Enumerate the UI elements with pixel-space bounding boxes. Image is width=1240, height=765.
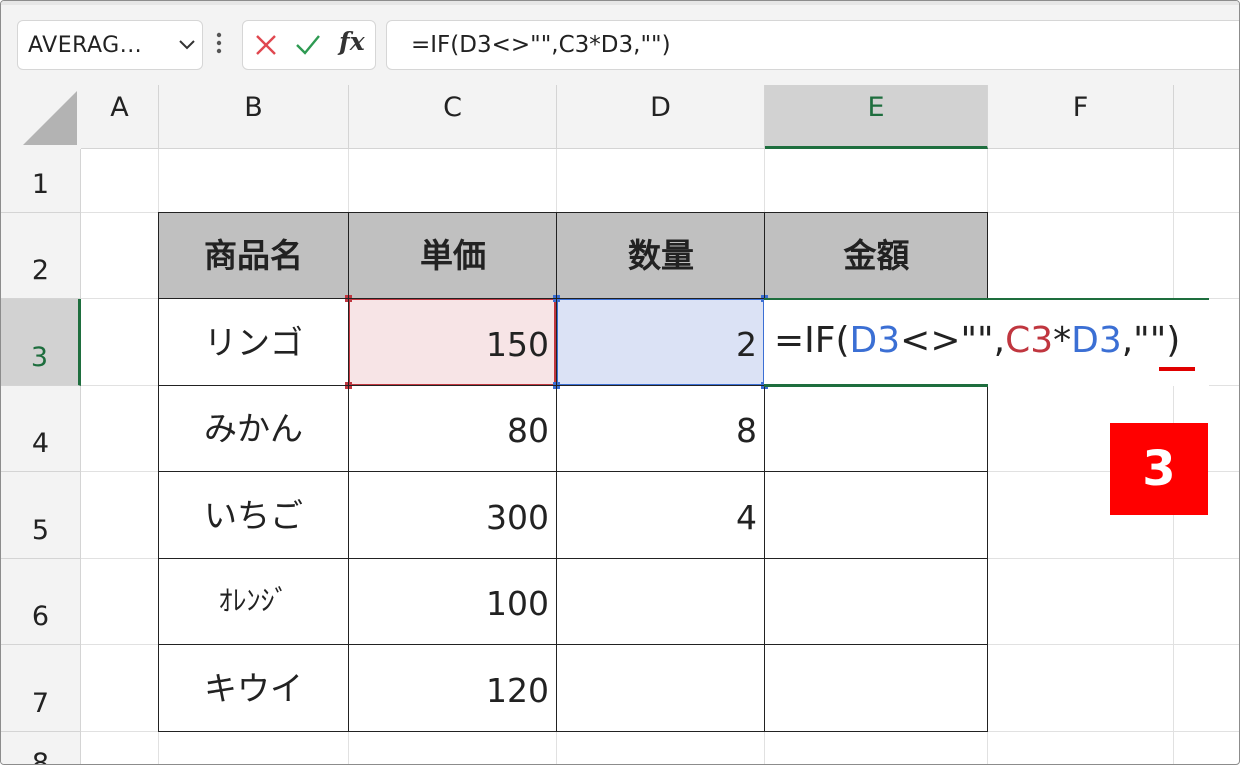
name-box-value: AVERAG... [28, 33, 143, 58]
row-header-1[interactable]: 1 [1, 149, 81, 213]
more-options-icon[interactable] [215, 31, 223, 59]
select-all-icon[interactable] [23, 91, 77, 145]
row-header-6[interactable]: 6 [1, 559, 81, 645]
column-header-e[interactable]: E [765, 85, 988, 149]
row-header-7[interactable]: 7 [1, 645, 81, 732]
x-icon[interactable] [255, 34, 277, 56]
column-header-d[interactable]: D [557, 85, 765, 149]
ref-d3-token: D3 [1071, 320, 1122, 361]
row-header-3[interactable]: 3 [1, 299, 81, 386]
ref-d3-token: D3 [849, 320, 901, 361]
column-header-c[interactable]: C [349, 85, 557, 149]
column-header-b[interactable]: B [159, 85, 349, 149]
spreadsheet-window: AVERAG... fx =IF(D3<>"",C3*D3,"") A B C … [0, 0, 1240, 765]
table-outline [158, 212, 988, 732]
table-divider [158, 558, 988, 559]
row-header-2[interactable]: 2 [1, 213, 81, 299]
table-divider [348, 212, 349, 732]
step-badge: 3 [1110, 423, 1208, 515]
cell-e3-editor[interactable]: =IF(D3<>"",C3*D3,"") [764, 298, 1209, 386]
ref-c3-token: C3 [1005, 320, 1054, 361]
active-cell-border [764, 384, 988, 387]
chevron-down-icon[interactable] [176, 33, 198, 55]
column-header-a[interactable]: A [81, 85, 159, 149]
highlight-underline [1159, 367, 1195, 371]
formula-input[interactable]: =IF(D3<>"",C3*D3,"") [386, 20, 1239, 70]
formula-buttons: fx [242, 20, 376, 70]
cell-edit-formula: =IF(D3<>"",C3*D3,"") [774, 320, 1181, 361]
table-divider [158, 471, 988, 472]
name-box[interactable]: AVERAG... [17, 20, 203, 70]
row-header-4[interactable]: 4 [1, 386, 81, 472]
table-divider [556, 212, 557, 732]
ribbon-edge [1, 1, 1239, 5]
formula-text: =IF(D3<>"",C3*D3,"") [411, 32, 671, 58]
check-icon[interactable] [295, 33, 321, 57]
column-header-g[interactable] [1174, 85, 1239, 149]
row-header-8[interactable]: 8 [1, 732, 81, 764]
insert-function-button[interactable]: fx [339, 27, 365, 56]
table-divider [764, 212, 765, 732]
column-header-f[interactable]: F [988, 85, 1174, 149]
table-divider [158, 644, 988, 645]
row-header-5[interactable]: 5 [1, 472, 81, 559]
